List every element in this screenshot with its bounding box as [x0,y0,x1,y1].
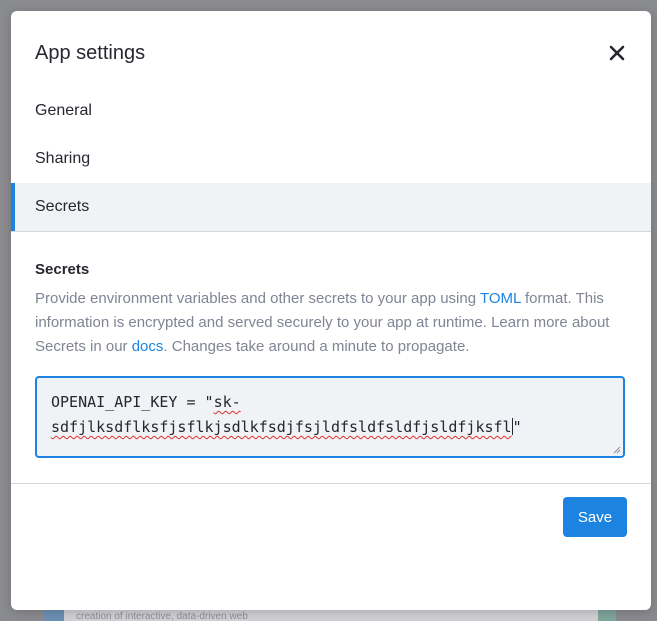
nav-item-label: Sharing [35,150,91,167]
app-settings-modal: App settings General Sharing Secrets Sec… [11,11,651,610]
description-text: . Changes take around a minute to propag… [163,338,470,355]
secrets-description: Provide environment variables and other … [35,287,635,359]
secrets-line-text: OPENAI_API_KEY = " [51,393,214,411]
resize-handle-icon[interactable] [613,446,621,454]
section-heading: Secrets [35,261,90,278]
background-text: creation of interactive, data-driven web [76,611,248,621]
secrets-textarea[interactable]: OPENAI_API_KEY = "sk-sdfjlksdflksfjsflkj… [35,376,625,458]
nav-item-general[interactable]: General [11,87,651,135]
divider [11,231,651,232]
description-text: Provide environment variables and other … [35,290,480,307]
docs-link[interactable]: docs [132,338,164,355]
modal-title: App settings [35,42,146,64]
close-icon[interactable] [607,43,629,65]
secrets-token: sdfjlksdflksfjsflkjsdlkfsdjfsjldfsldfsld… [51,418,512,436]
close-icon-glyph [609,45,625,61]
save-button[interactable]: Save [563,497,627,537]
nav-item-label: General [35,102,92,119]
nav-item-label: Secrets [35,198,90,215]
nav-item-sharing[interactable]: Sharing [11,135,651,183]
secrets-line-text: " [512,418,522,436]
footer-divider [11,483,651,484]
nav-item-secrets[interactable]: Secrets [11,183,651,231]
secrets-token: sk- [213,393,241,411]
secrets-textarea-content: OPENAI_API_KEY = "sk-sdfjlksdflksfjsflkj… [51,390,611,440]
toml-link[interactable]: TOML [480,290,521,307]
